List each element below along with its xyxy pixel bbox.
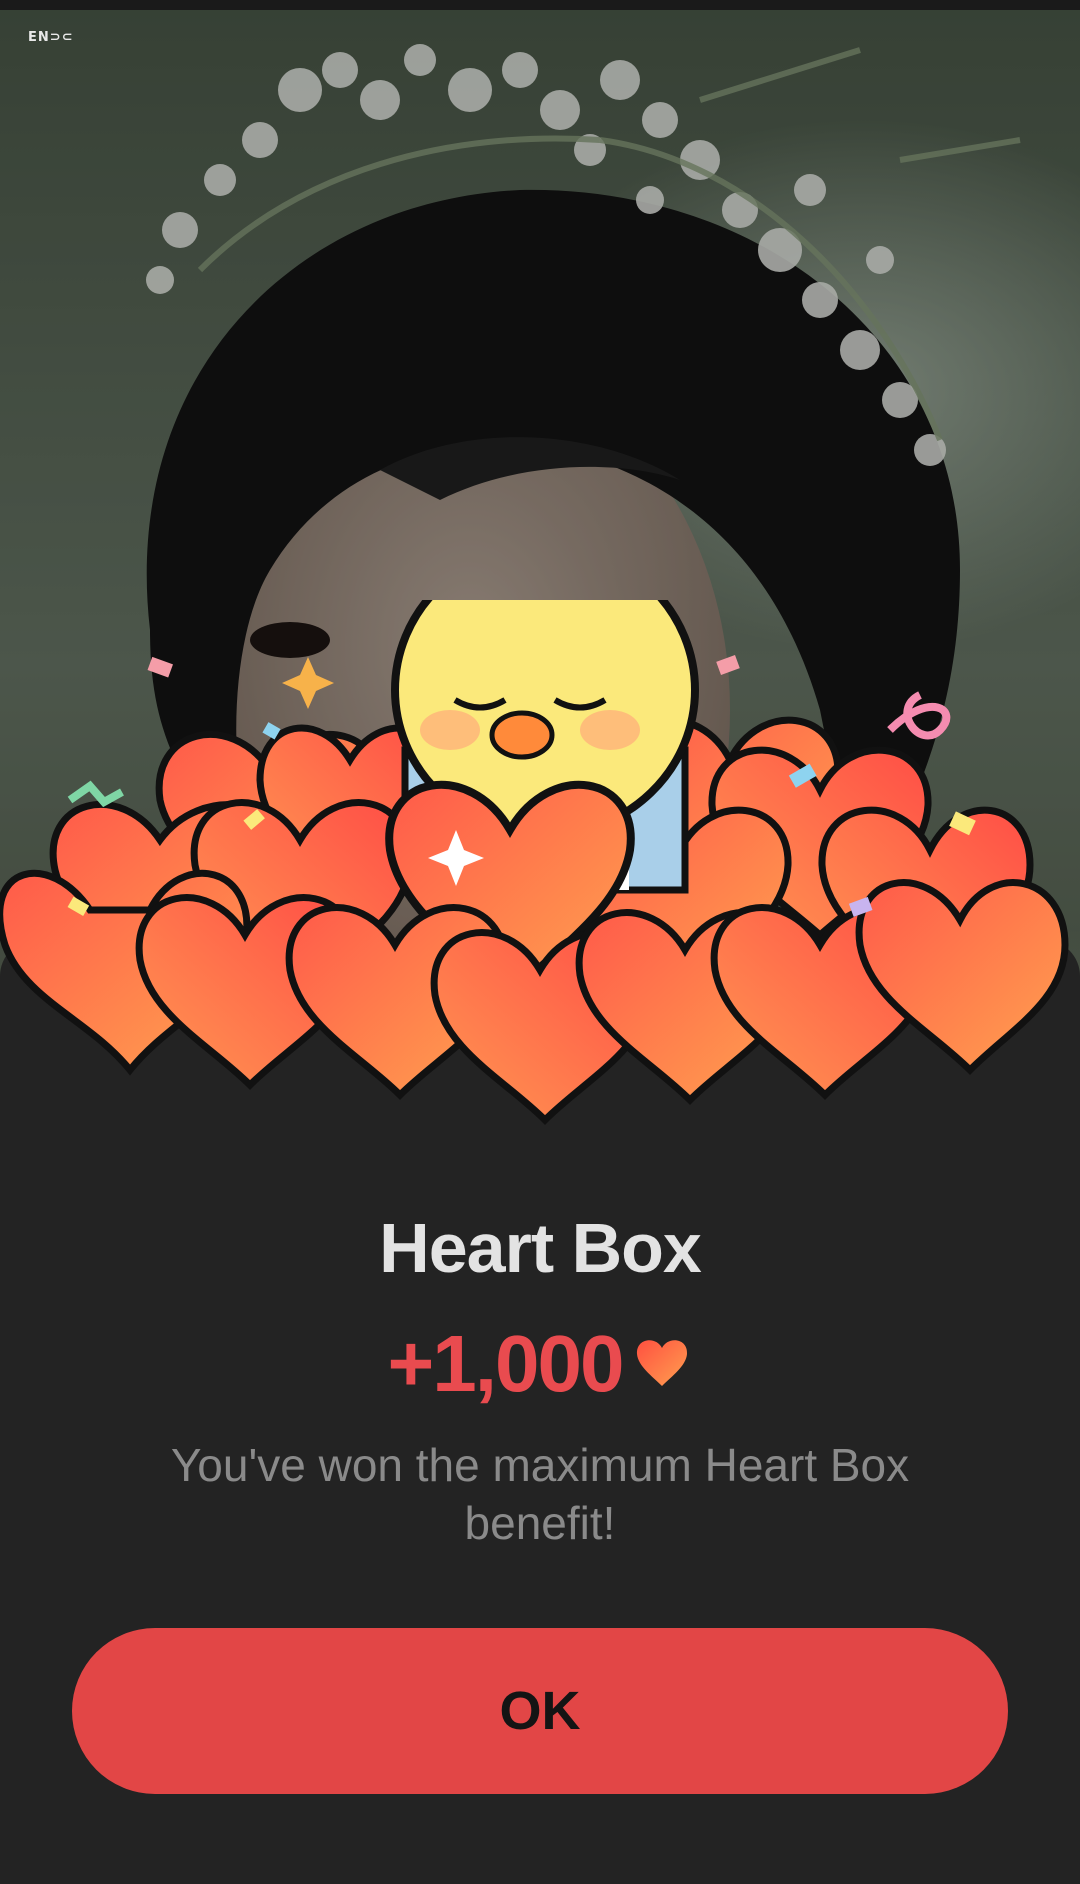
heart-icon <box>632 1334 692 1395</box>
reward-amount-row: +1,000 <box>0 1318 1080 1410</box>
dialog-title: Heart Box <box>379 1209 702 1287</box>
heart-box-illustration <box>0 600 1069 1125</box>
reward-amount: +1,000 <box>387 1319 625 1408</box>
ok-button[interactable]: OK <box>72 1628 1008 1794</box>
status-strip <box>0 0 1080 10</box>
brand-logo: EN⊃⊂ <box>28 30 74 45</box>
reward-message: You've won the maximum Heart Box benefit… <box>170 1439 910 1549</box>
